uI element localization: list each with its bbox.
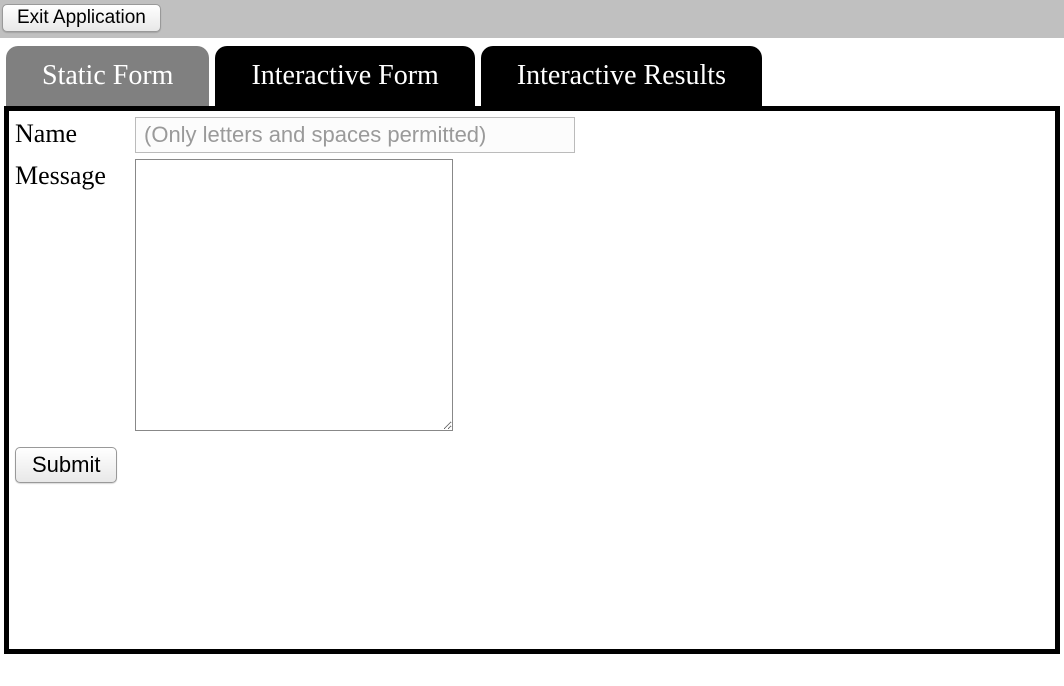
top-toolbar: Exit Application [0, 0, 1064, 38]
tabs-list: Static Form Interactive Form Interactive… [6, 46, 1064, 106]
message-textarea[interactable] [135, 159, 453, 431]
message-row: Message [15, 159, 1049, 431]
tab-interactive-form[interactable]: Interactive Form [215, 46, 474, 106]
exit-application-button[interactable]: Exit Application [2, 4, 161, 32]
form-panel: Name Message Submit [4, 106, 1060, 654]
name-row: Name [15, 117, 1049, 153]
submit-button[interactable]: Submit [15, 447, 117, 483]
name-label: Name [15, 117, 135, 149]
message-label: Message [15, 159, 135, 191]
tab-static-form[interactable]: Static Form [6, 46, 209, 106]
submit-row: Submit [15, 447, 1049, 483]
name-input[interactable] [135, 117, 575, 153]
tabs-container: Static Form Interactive Form Interactive… [0, 46, 1064, 106]
tab-interactive-results[interactable]: Interactive Results [481, 46, 762, 106]
